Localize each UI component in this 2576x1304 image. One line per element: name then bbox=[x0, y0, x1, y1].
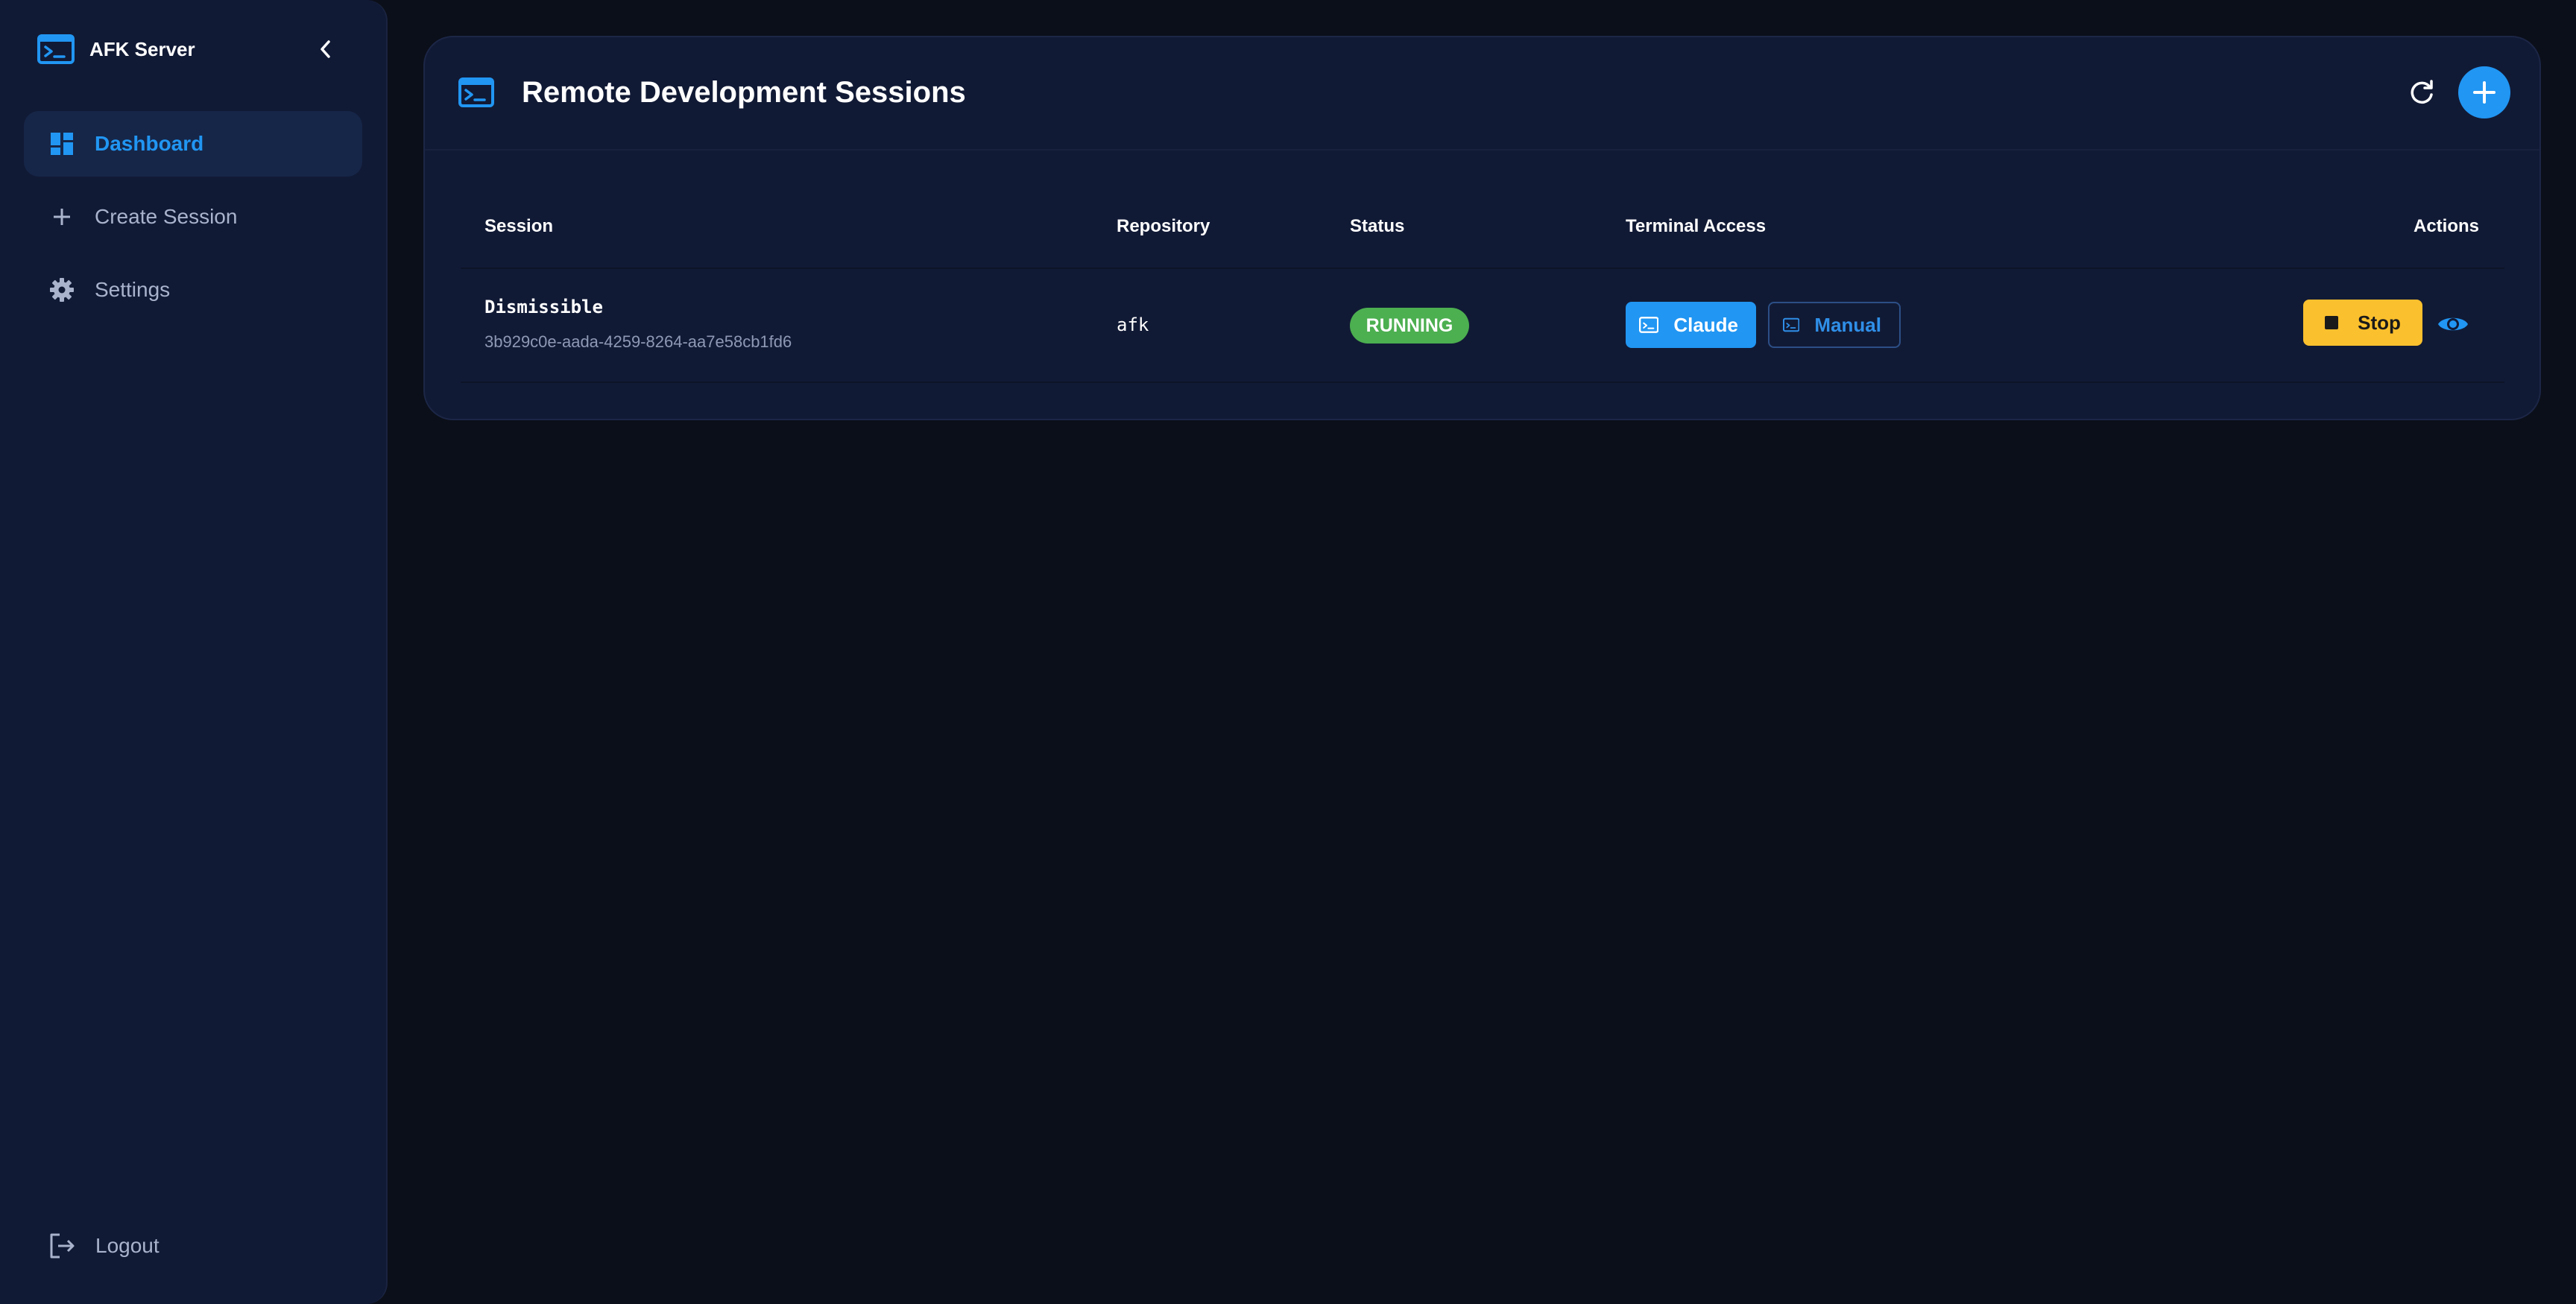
add-session-button[interactable] bbox=[2458, 66, 2510, 118]
app-title: AFK Server bbox=[89, 37, 195, 60]
stop-button-label: Stop bbox=[2358, 311, 2401, 334]
sidebar: AFK Server Dashboard Create Session Sett… bbox=[0, 0, 388, 1304]
logout-icon bbox=[50, 1233, 75, 1259]
session-name: Dismissible bbox=[484, 297, 603, 317]
plus-icon bbox=[48, 203, 75, 230]
gear-icon bbox=[48, 276, 75, 303]
logout-label: Logout bbox=[95, 1234, 160, 1257]
claude-button-label: Claude bbox=[1673, 313, 1738, 336]
manual-button-label: Manual bbox=[1814, 313, 1881, 336]
card-header: Remote Development Sessions bbox=[425, 37, 2539, 151]
table-header-divider bbox=[461, 268, 2504, 269]
terminal-icon bbox=[458, 77, 494, 107]
brand: AFK Server bbox=[37, 33, 195, 66]
repository-name: afk bbox=[1117, 314, 1149, 335]
refresh-button[interactable] bbox=[2405, 76, 2439, 110]
terminal-icon bbox=[1639, 317, 1659, 333]
sidebar-item-settings[interactable]: Settings bbox=[24, 257, 362, 323]
logout-button[interactable]: Logout bbox=[48, 1231, 160, 1261]
terminal-icon bbox=[1783, 317, 1800, 332]
column-header-terminal-access: Terminal Access bbox=[1626, 216, 1767, 236]
sessions-card: Remote Development Sessions bbox=[423, 36, 2541, 420]
view-button[interactable] bbox=[2436, 309, 2470, 339]
collapse-sidebar-button[interactable] bbox=[309, 33, 342, 66]
column-header-repository: Repository bbox=[1117, 216, 1210, 236]
sidebar-item-label: Create Session bbox=[95, 205, 238, 228]
eye-icon bbox=[2438, 317, 2468, 331]
session-id: 3b929c0e-aada-4259-8264-aa7e58cb1fd6 bbox=[484, 332, 792, 351]
table-row-divider bbox=[461, 382, 2504, 383]
chevron-left-icon bbox=[321, 40, 330, 58]
manual-terminal-button[interactable]: Manual bbox=[1768, 302, 1901, 348]
claude-terminal-button[interactable]: Claude bbox=[1626, 302, 1756, 348]
column-header-status: Status bbox=[1350, 216, 1405, 236]
stop-button[interactable]: Stop bbox=[2303, 300, 2422, 346]
refresh-icon bbox=[2411, 80, 2433, 104]
terminal-logo-icon bbox=[37, 34, 75, 64]
plus-icon bbox=[2473, 81, 2496, 104]
stop-icon bbox=[2325, 316, 2339, 329]
column-header-session: Session bbox=[484, 216, 554, 236]
sidebar-item-dashboard[interactable]: Dashboard bbox=[24, 111, 362, 177]
sidebar-item-label: Dashboard bbox=[95, 132, 204, 155]
page-title: Remote Development Sessions bbox=[522, 76, 966, 109]
sidebar-item-create-session[interactable]: Create Session bbox=[24, 184, 362, 250]
sidebar-item-label: Settings bbox=[95, 278, 171, 301]
dashboard-icon bbox=[48, 130, 75, 157]
status-badge: RUNNING bbox=[1350, 308, 1469, 344]
column-header-actions: Actions bbox=[2414, 216, 2480, 236]
